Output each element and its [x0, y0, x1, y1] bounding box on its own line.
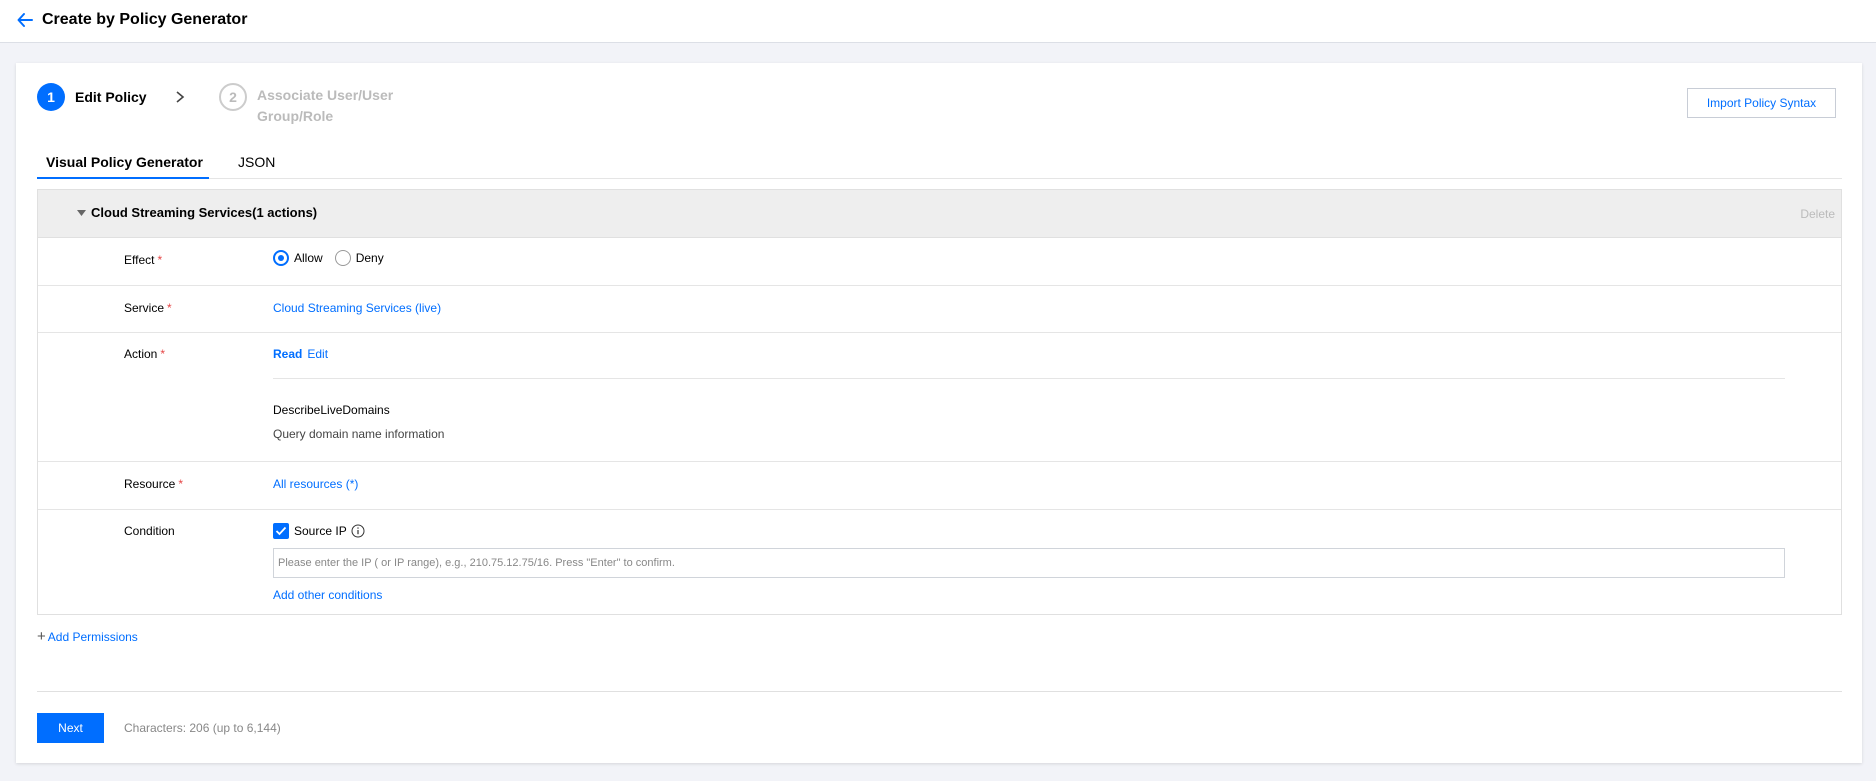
radio-unselected-icon[interactable]: [334, 250, 351, 266]
condition-label: Condition: [124, 524, 175, 538]
source-ip-checkbox[interactable]: [273, 523, 289, 539]
service-row: Service * Cloud Streaming Services (live): [38, 286, 1841, 333]
action-access-level: Read Edit: [273, 347, 328, 361]
action-row: Action * Read Edit DescribeLiveDomains Que…: [38, 333, 1841, 462]
page-title: Create by Policy Generator: [42, 11, 248, 28]
resource-row: Resource * All resources (*): [38, 462, 1841, 510]
step-label: Edit Policy: [75, 89, 147, 105]
action-level-read: Read: [273, 347, 303, 361]
resource-value-link[interactable]: All resources (*): [273, 477, 358, 491]
tab-visual-policy-generator[interactable]: Visual Policy Generator: [37, 151, 209, 179]
plus-icon: +: [37, 628, 46, 645]
effect-radio-group: Allow Deny: [273, 250, 396, 266]
divider: [273, 378, 1785, 379]
radio-label: Deny: [355, 251, 384, 265]
character-count: Characters: 206 (up to 6,144): [124, 721, 281, 735]
step-number: 2: [219, 83, 247, 111]
effect-row: Effect * Allow Deny: [38, 238, 1841, 286]
source-ip-option: Source IP: [273, 523, 365, 539]
add-other-conditions-link[interactable]: Add other conditions: [273, 588, 382, 602]
footer-divider: [37, 691, 1842, 692]
statement-panel: Cloud Streaming Services(1 actions) Dele…: [37, 189, 1842, 615]
effect-deny-radio[interactable]: Deny: [334, 250, 384, 266]
source-ip-label: Source IP: [294, 524, 347, 538]
statement-header[interactable]: Cloud Streaming Services(1 actions) Dele…: [38, 190, 1841, 238]
radio-selected-icon[interactable]: [273, 250, 289, 266]
action-item-description: Query domain name information: [273, 427, 445, 441]
service-label: Service *: [124, 301, 172, 315]
action-edit-link[interactable]: Edit: [307, 347, 328, 361]
condition-row: Condition Source IP Add other conditions: [38, 510, 1841, 615]
effect-label: Effect *: [124, 253, 163, 267]
step-number: 1: [37, 83, 65, 111]
policy-card: 1 Edit Policy 2 Associate User/User Grou…: [16, 63, 1862, 763]
add-permissions-label: Add Permissions: [47, 630, 138, 644]
statement-title: Cloud Streaming Services(1 actions): [91, 205, 318, 220]
next-button[interactable]: Next: [37, 713, 104, 743]
top-bar: Create by Policy Generator: [0, 0, 1876, 43]
resource-label: Resource *: [124, 477, 184, 491]
delete-statement-link[interactable]: Delete: [1800, 207, 1835, 221]
action-item-name: DescribeLiveDomains: [273, 403, 390, 417]
radio-label: Allow: [294, 251, 323, 265]
action-label: Action *: [124, 347, 166, 361]
source-ip-input[interactable]: [273, 548, 1785, 578]
service-value-link[interactable]: Cloud Streaming Services (live): [273, 301, 441, 315]
step-associate: 2 Associate User/User Group/Role: [219, 83, 407, 127]
info-icon[interactable]: [351, 524, 365, 538]
add-permissions-link[interactable]: + Add Permissions: [37, 628, 138, 645]
arrow-left-icon[interactable]: [16, 10, 34, 30]
step-label: Associate User/User Group/Role: [257, 87, 394, 124]
effect-allow-radio[interactable]: Allow: [273, 250, 323, 266]
import-policy-syntax-button[interactable]: Import Policy Syntax: [1687, 88, 1836, 118]
chevron-right-icon: [176, 91, 185, 103]
editor-tabs: Visual Policy Generator JSON: [37, 151, 1842, 179]
checkmark-icon: [275, 526, 287, 536]
caret-down-icon[interactable]: [77, 210, 86, 217]
tab-json[interactable]: JSON: [238, 151, 275, 179]
step-edit-policy: 1 Edit Policy: [37, 83, 147, 111]
